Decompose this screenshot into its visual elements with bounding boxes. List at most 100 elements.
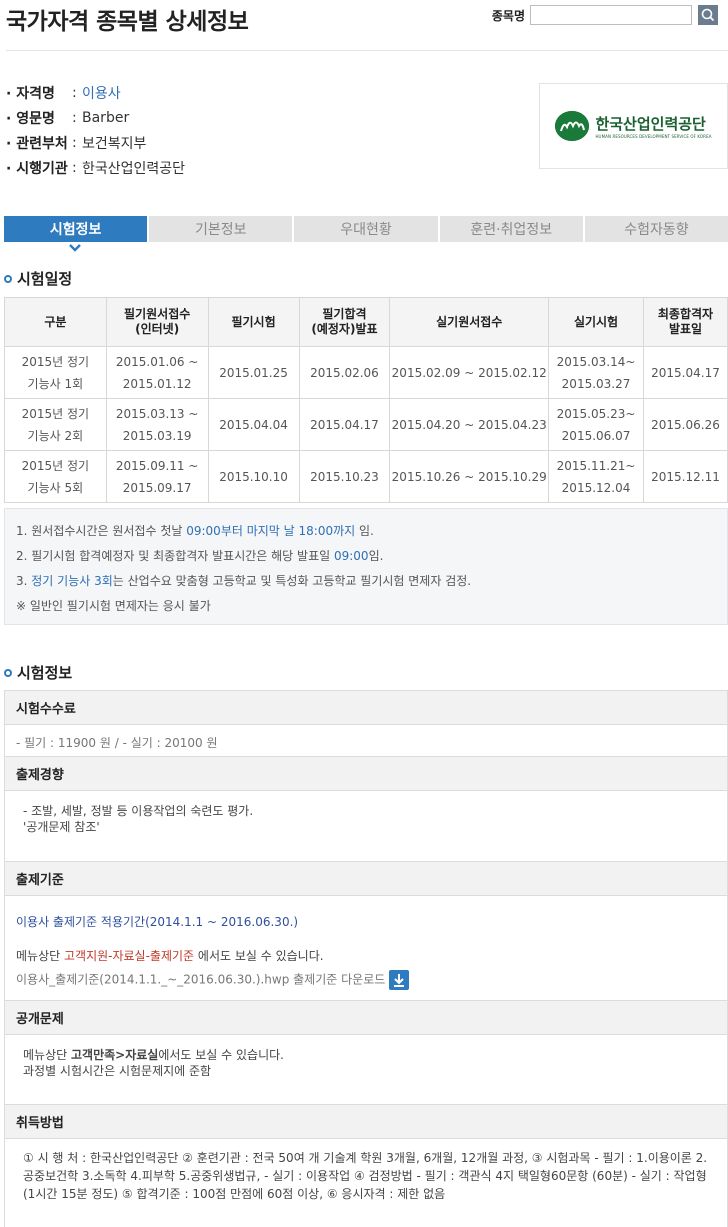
section-heading-exam-info: 시험정보 <box>4 662 72 683</box>
table-row: 2015년 정기 기능사 1회 2015.01.06 ~2015.01.12 20… <box>4 346 728 399</box>
block-body: 이용사 출제기준 적용기간(2014.1.1 ~ 2016.06.30.) 메뉴… <box>5 896 727 1000</box>
table-cell: 2015.04.17 <box>643 346 728 399</box>
title-divider <box>6 50 728 51</box>
note-3: 3. 정기 기능사 3회는 산업수요 맞춤형 고등학교 및 특성화 고등학교 필… <box>16 569 716 594</box>
column-header: 구분 <box>4 297 107 347</box>
table-cell: 2015.06.26 <box>643 398 728 451</box>
criteria-download[interactable]: 이용사_출제기준(2014.1.1._~_2016.06.30.).hwp 출제… <box>16 970 716 990</box>
block-body: 메뉴상단 고객만족>자료실에서도 보실 수 있습니다. 과정별 시험시간은 시험… <box>5 1035 727 1105</box>
note-2: 2. 필기시험 합격예정자 및 최종합격자 발표시간은 해당 발표일 09:00… <box>16 544 716 569</box>
tab-exam-info[interactable]: 시험정보 <box>4 216 148 242</box>
note-text: 3. <box>16 574 32 588</box>
section-heading-text: 시험일정 <box>17 270 73 288</box>
note-text: 1. 원서접수시간은 원서접수 첫날 <box>16 524 187 538</box>
info-value-ministry: 보건복지부 <box>82 135 147 152</box>
table-cell: 2015년 정기 기능사 1회 <box>4 346 107 399</box>
download-icon[interactable] <box>389 970 410 990</box>
column-header: 필기원서접수 (인터넷) <box>105 297 209 347</box>
agency-logo: 한국산업인력공단 HUMAN RESOURCES DEVELOPMENT SER… <box>539 83 728 169</box>
search-label: 종목명 <box>491 8 525 23</box>
info-value-english: Barber <box>82 109 130 126</box>
block-title: 공개문제 <box>5 1001 727 1035</box>
table-header-row: 구분 필기원서접수 (인터넷) 필기시험 필기합격 (예정자)발표 실기원서접수 실… <box>4 297 728 347</box>
block-body: - 필기 : 11900 원 / - 실기 : 20100 원 <box>5 725 727 757</box>
trend-line-1: - 조발, 세발, 정발 등 이용작업의 숙련도 평가. <box>23 804 254 818</box>
table-cell: 2015.11.21~ 2015.12.04 <box>548 450 644 503</box>
table-cell: 2015년 정기 기능사 5회 <box>4 450 107 503</box>
criteria-file-link[interactable]: 이용사_출제기준(2014.1.1._~_2016.06.30.).hwp 출제… <box>16 973 385 987</box>
search-input[interactable] <box>530 5 692 25</box>
qualification-info: · 자격명 : 이용사 · 영문명 : Barber · 관련부처 : 보건복지… <box>6 80 185 180</box>
public-menu-link[interactable]: 고객만족>자료실 <box>71 1048 158 1062</box>
info-label: · 시행기관 <box>6 160 68 177</box>
table-cell: 2015.04.20 ~ 2015.04.23 <box>389 398 550 451</box>
info-label: · 관련부처 <box>6 135 68 152</box>
criteria-text: 에서도 보실 수 있습니다. <box>194 949 324 963</box>
note-text: 는 산업수요 맞춤형 고등학교 및 특성화 고등학교 필기시험 면제자 검정. <box>112 574 472 588</box>
tab-basic-info[interactable]: 기본정보 <box>149 216 293 242</box>
note-text: 임. <box>368 549 384 563</box>
trend-line-2: '공개문제 참조' <box>23 820 100 834</box>
page-title: 국가자격 종목별 상세정보 <box>6 9 249 35</box>
block-exam-trend: 출제경향 - 조발, 세발, 정발 등 이용작업의 숙련도 평가. '공개문제 … <box>4 756 728 862</box>
block-title: 출제경향 <box>5 757 727 791</box>
info-label: · 영문명 <box>6 110 55 127</box>
block-title: 출제기준 <box>5 862 727 896</box>
block-exam-fee: 시험수수료 - 필기 : 11900 원 / - 실기 : 20100 원 <box>4 690 728 758</box>
table-cell: 2015.03.14~ 2015.03.27 <box>548 346 644 399</box>
table-cell: 2015.02.09 ~ 2015.02.12 <box>389 346 550 399</box>
block-exam-criteria: 출제기준 이용사 출제기준 적용기간(2014.1.1 ~ 2016.06.30… <box>4 861 728 1001</box>
bullet-ring-icon <box>4 274 12 283</box>
table-cell: 2015.03.13 ~2015.03.19 <box>105 398 209 451</box>
column-header: 최종합격자 발표일 <box>643 297 728 347</box>
tab-examinee-trends[interactable]: 수험자동향 <box>584 216 728 242</box>
search-bar: 종목명 <box>491 5 718 25</box>
block-body: - 조발, 세발, 정발 등 이용작업의 숙련도 평가. '공개문제 참조' <box>5 791 727 861</box>
public-menu-note: 메뉴상단 고객만족>자료실에서도 보실 수 있습니다. <box>23 1047 716 1063</box>
schedule-table: 구분 필기원서접수 (인터넷) 필기시험 필기합격 (예정자)발표 실기원서접수 실… <box>4 297 728 503</box>
table-row: 2015년 정기 기능사 5회 2015.09.11 ~2015.09.17 20… <box>4 450 728 503</box>
table-cell: 2015.01.25 <box>207 346 300 399</box>
column-header: 필기합격 (예정자)발표 <box>298 297 391 347</box>
info-value-agency: 한국산업인력공단 <box>82 160 186 177</box>
info-row-ministry: · 관련부처 : 보건복지부 <box>6 130 185 155</box>
table-cell: 2015.02.06 <box>298 346 391 399</box>
note-highlight: 09:00 <box>333 549 369 563</box>
table-cell: 2015.04.04 <box>207 398 300 451</box>
block-title: 취득방법 <box>5 1105 727 1139</box>
note-text: 2. 필기시험 합격예정자 및 최종합격자 발표시간은 해당 발표일 <box>16 549 334 563</box>
note-text: 임. <box>355 524 374 538</box>
info-colon: : <box>72 159 77 176</box>
acquisition-text: ① 시 행 처 : 한국산업인력공단 ② 훈련기관 : 전국 50여 개 기술계… <box>23 1151 708 1201</box>
logo-text: 한국산업인력공단 HUMAN RESOURCES DEVELOPMENT SER… <box>595 113 711 139</box>
block-public-questions: 공개문제 메뉴상단 고객만족>자료실에서도 보실 수 있습니다. 과정별 시험시… <box>4 1000 728 1106</box>
info-row-name: · 자격명 : 이용사 <box>6 80 185 105</box>
info-value-name[interactable]: 이용사 <box>82 83 121 103</box>
chevron-down-icon <box>69 244 81 252</box>
info-label: · 자격명 <box>6 85 55 102</box>
section-heading-text: 시험정보 <box>17 664 73 682</box>
tab-preference[interactable]: 우대현황 <box>294 216 438 242</box>
table-cell: 2015.10.26 ~ 2015.10.29 <box>389 450 550 503</box>
column-header: 실기원서접수 <box>389 297 550 347</box>
table-cell: 2015.09.11 ~2015.09.17 <box>105 450 209 503</box>
note-highlight: 정기 기능사 3회 <box>31 574 113 588</box>
schedule-notes: 1. 원서접수시간은 원서접수 첫날 09:00부터 마지막 날 18:00까지… <box>4 508 728 625</box>
column-header: 필기시험 <box>207 297 300 347</box>
logo-text-kr: 한국산업인력공단 <box>595 115 706 133</box>
table-row: 2015년 정기 기능사 2회 2015.03.13 ~2015.03.19 20… <box>4 398 728 451</box>
table-cell: 2015.10.23 <box>298 450 391 503</box>
block-body: ① 시 행 처 : 한국산업인력공단 ② 훈련기관 : 전국 50여 개 기술계… <box>5 1139 727 1227</box>
section-heading-schedule: 시험일정 <box>4 268 72 289</box>
table-cell: 2015.04.17 <box>298 398 391 451</box>
table-cell: 2015.01.06 ~2015.01.12 <box>105 346 209 399</box>
note-1: 1. 원서접수시간은 원서접수 첫날 09:00부터 마지막 날 18:00까지… <box>16 519 716 544</box>
tab-training-employment[interactable]: 훈련·취업정보 <box>439 216 583 242</box>
table-cell: 2015.12.11 <box>643 450 728 503</box>
public-text: 메뉴상단 <box>23 1048 71 1062</box>
criteria-menu-link[interactable]: 고객지원-자료실-출제기준 <box>64 949 194 963</box>
search-icon[interactable] <box>698 5 718 25</box>
table-cell: 2015.05.23~ 2015.06.07 <box>548 398 644 451</box>
table-cell: 2015.10.10 <box>207 450 300 503</box>
info-colon: : <box>72 84 77 101</box>
